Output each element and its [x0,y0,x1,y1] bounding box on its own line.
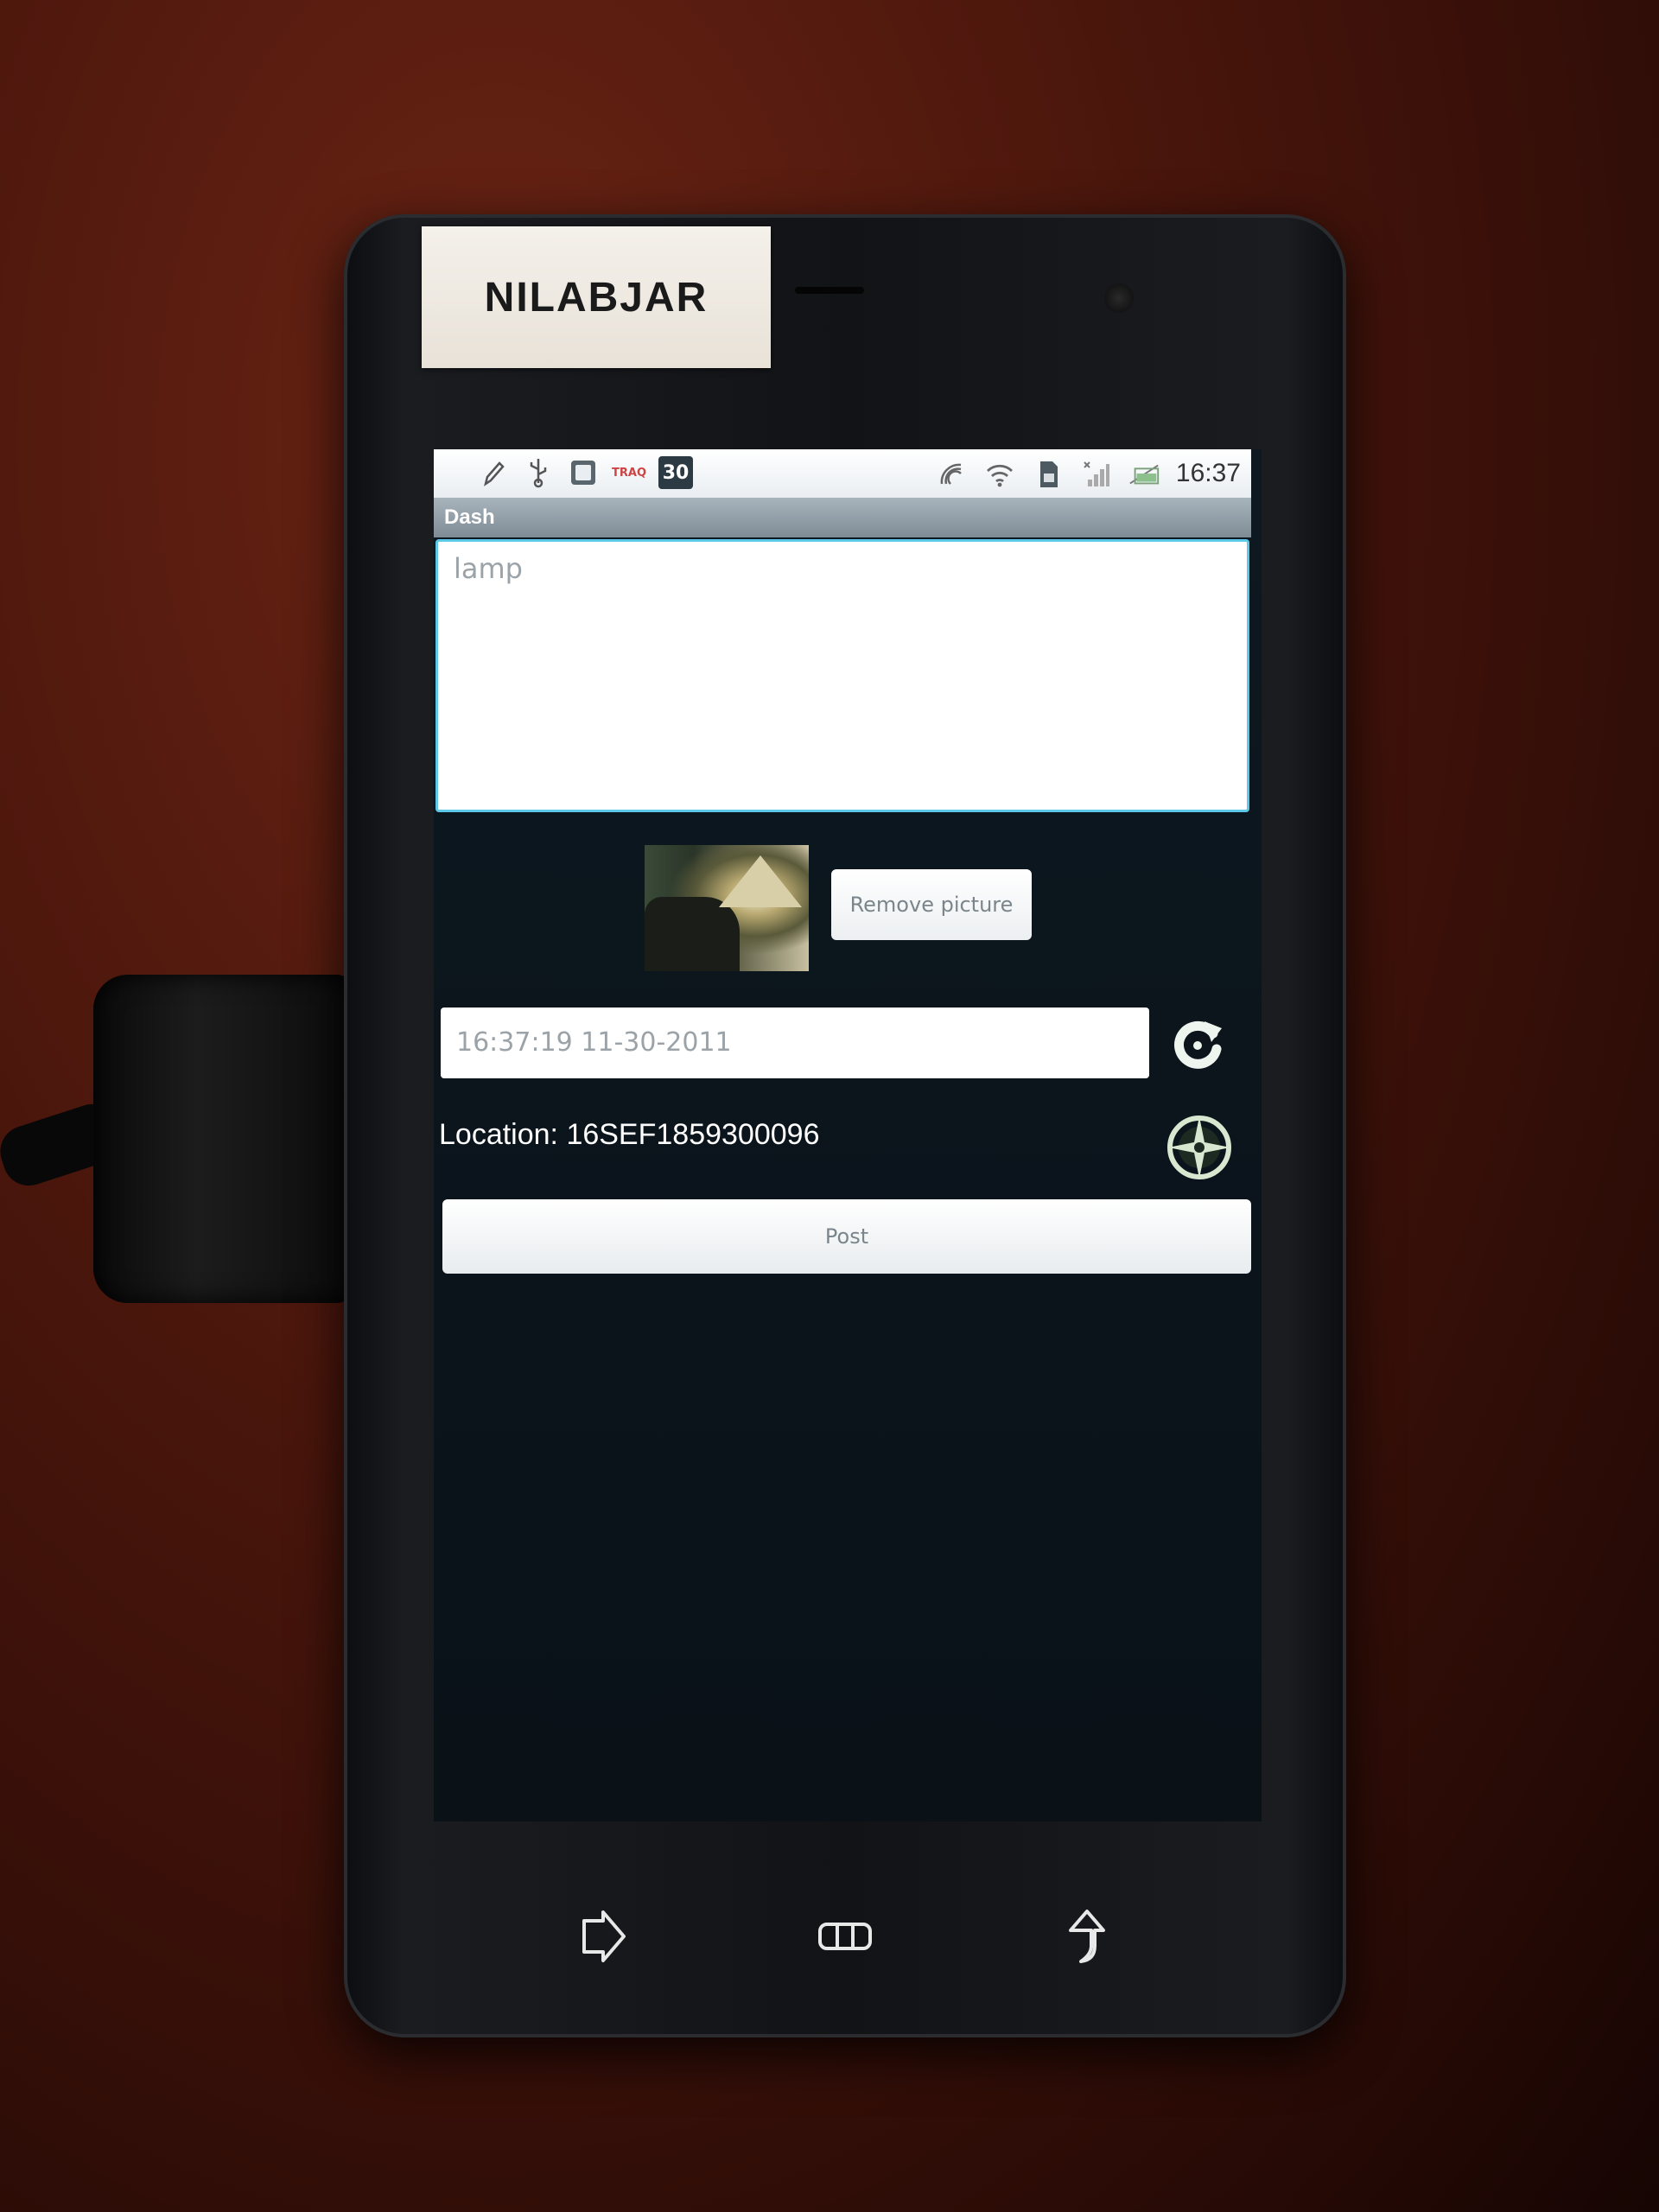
datetime-value: 16:37:19 11-30-2011 [456,1027,732,1058]
lamp-shade-shape [719,855,802,907]
wifi-icon [983,456,1016,493]
screenshot-icon [567,454,600,491]
phone-screen: TRAQ 30 16:37 Dash lamp Remove picture 1… [434,449,1262,1821]
thumbnail-shadow [645,897,740,971]
status-bar: TRAQ 30 16:37 [434,449,1251,498]
attached-picture-thumbnail [645,845,809,971]
gps-signal-icon [935,456,968,493]
status-clock: 16:37 [1175,459,1241,487]
battery-icon [1128,456,1161,493]
remove-picture-label: Remove picture [849,893,1014,917]
system-status-icons [935,456,1161,493]
notification-icons: TRAQ 30 [477,454,693,491]
front-camera [1104,283,1134,313]
sim-icon [1032,456,1065,493]
remove-picture-button[interactable]: Remove picture [831,869,1032,940]
refresh-time-button[interactable] [1166,1014,1229,1077]
post-label: Post [824,1224,869,1249]
note-placeholder: lamp [454,552,523,585]
signal-icon [1080,456,1113,493]
photo-scene: NILABJAR TRAQ 30 16:37 Dash lamp Remove … [0,0,1659,2212]
refresh-icon [1166,1013,1229,1078]
datetime-field[interactable]: 16:37:19 11-30-2011 [441,1007,1149,1078]
home-key[interactable] [1052,1908,1122,1968]
usb-plug [93,975,353,1303]
usb-icon [522,454,555,491]
app-title: Dash [444,505,495,529]
compass-icon [1165,1113,1234,1185]
location-readout: Location: 16SEF1859300096 [439,1118,820,1151]
menu-key[interactable] [810,1908,880,1968]
post-button[interactable]: Post [442,1199,1251,1274]
get-location-button[interactable] [1165,1115,1234,1184]
traq-icon: TRAQ [612,466,646,480]
app-title-bar: Dash [434,498,1251,537]
hardware-nav-keys [344,1884,1346,1987]
home-icon [1065,1908,1109,1968]
device-label-sticker: NILABJAR [422,226,771,368]
calendar-icon: 30 [658,456,693,489]
menu-icon [817,1919,874,1957]
earpiece [795,287,864,294]
back-icon [577,1909,629,1967]
pen-icon [477,454,510,491]
note-text-area[interactable]: lamp [435,539,1249,812]
back-key[interactable] [569,1908,638,1968]
